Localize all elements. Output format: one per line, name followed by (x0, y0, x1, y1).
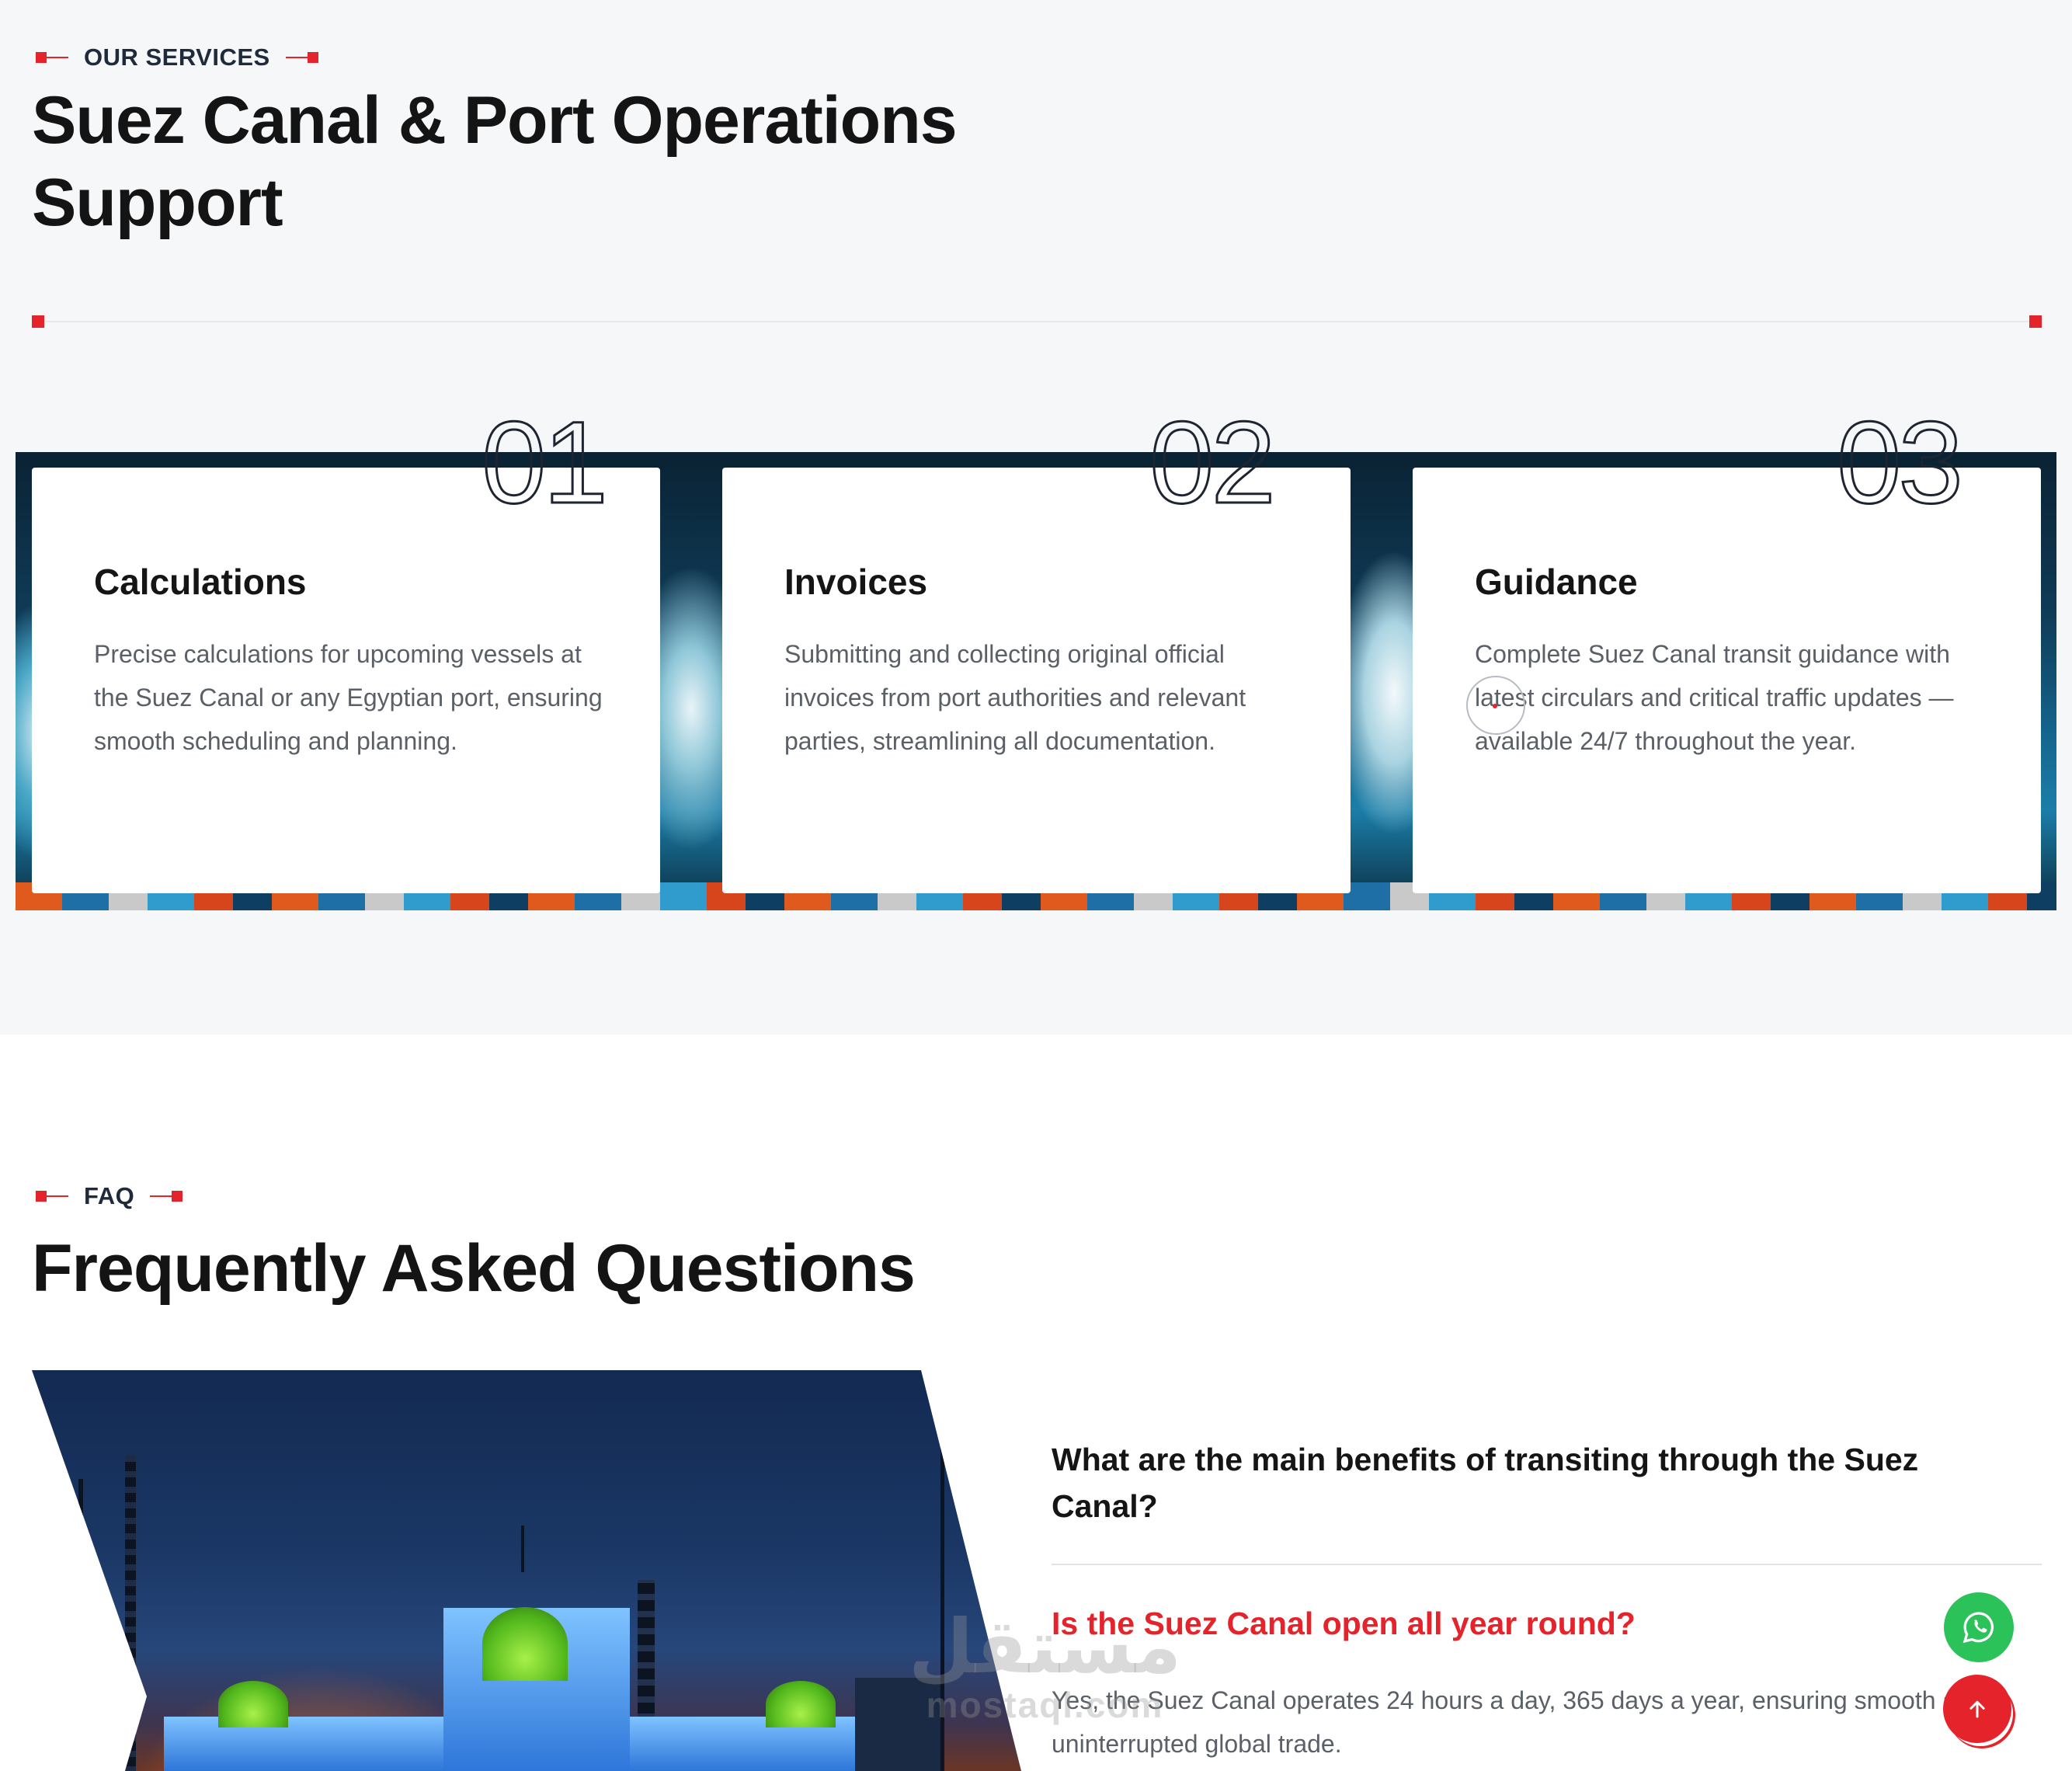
service-card-description: Submitting and collecting original offic… (784, 640, 1246, 755)
eyebrow-ornament-left (36, 52, 68, 63)
services-title-line2: Support (32, 165, 283, 240)
custom-cursor-dot (1493, 704, 1497, 708)
faq-answer-open-all-year: Yes, the Suez Canal operates 24 hours a … (1052, 1686, 1984, 1758)
faq-eyebrow: FAQ (36, 1182, 183, 1210)
services-title: Suez Canal & Port Operations Support (32, 79, 958, 244)
service-card-description: Precise calculations for upcoming vessel… (94, 640, 603, 755)
services-eyebrow: OUR SERVICES (36, 43, 318, 71)
scroll-to-top-button[interactable] (1943, 1675, 2011, 1743)
whatsapp-button[interactable] (1944, 1592, 2014, 1662)
arrow-up-icon (1969, 1700, 1985, 1718)
services-title-line1: Suez Canal & Port Operations (32, 83, 958, 158)
eyebrow-ornament-right (285, 52, 318, 63)
watermark-latin: mostaql.com (926, 1685, 1164, 1725)
services-eyebrow-label: OUR SERVICES (84, 43, 270, 71)
faq-question-benefits[interactable]: What are the main benefits of transiting… (1052, 1436, 1976, 1529)
eyebrow-ornament-left (36, 1191, 68, 1202)
service-number-02: 02 (1149, 397, 1278, 527)
services-section: OUR SERVICES Suez Canal & Port Operation… (0, 0, 2072, 1035)
section-divider (32, 315, 2042, 328)
service-card-description: Complete Suez Canal transit guidance wit… (1475, 640, 1954, 755)
service-card-title: Invoices (784, 562, 928, 602)
faq-divider (1052, 1564, 2042, 1565)
faq-title: Frequently Asked Questions (32, 1231, 916, 1306)
faq-eyebrow-label: FAQ (84, 1182, 135, 1209)
service-card-title: Guidance (1475, 562, 1638, 602)
service-number-03: 03 (1836, 397, 1965, 527)
service-number-01: 01 (481, 397, 610, 527)
watermark-arabic: مستقل (909, 1603, 1182, 1690)
service-card-calculations[interactable]: Calculations Precise calculations for up… (32, 468, 660, 893)
whatsapp-icon (1962, 1612, 1994, 1644)
service-card-title: Calculations (94, 562, 307, 602)
service-card-invoices[interactable]: Invoices Submitting and collecting origi… (722, 468, 1351, 893)
eyebrow-ornament-right (150, 1191, 183, 1202)
watermark: مستقل mostaql.com (909, 1608, 1181, 1724)
port-building-night-image (32, 1370, 1021, 1771)
